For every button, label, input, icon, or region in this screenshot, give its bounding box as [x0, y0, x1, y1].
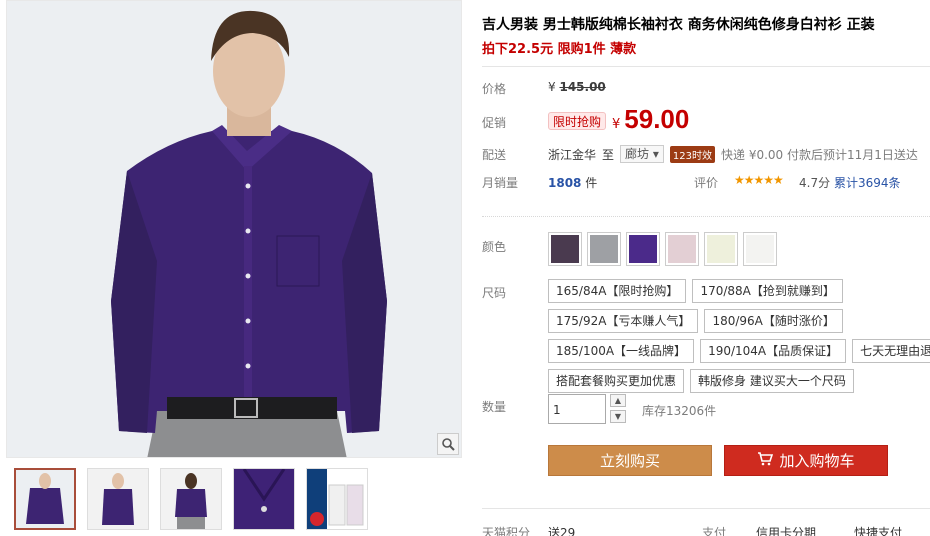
sale-price-value: 59.00 — [624, 104, 690, 134]
rating-stars-icon: ★★★★★ — [734, 173, 784, 187]
color-swatches — [548, 232, 777, 266]
chevron-down-icon: ▾ — [652, 147, 659, 161]
credit-installment[interactable]: 信用卡分期 — [756, 524, 816, 536]
price-label: 价格 — [482, 82, 507, 96]
thumbnail-4[interactable] — [233, 468, 295, 530]
size-options: 165/84A【限时抢购】 170/88A【抢到就赚到】 175/92A【亏本赚… — [548, 279, 930, 399]
sale-price: ¥59.00 — [612, 104, 689, 135]
monthly-sales-unit: 件 — [585, 176, 598, 190]
shipping-fee: 快递 ¥0.00 付款后预计11月1日送达 — [721, 147, 918, 162]
flash-sale-badge: 限时抢购 — [548, 112, 607, 130]
divider — [482, 216, 930, 217]
color-swatch-cream[interactable] — [704, 232, 738, 266]
add-to-cart-label: 加入购物车 — [779, 452, 855, 470]
points-value: 送29 — [548, 526, 576, 536]
zoom-icon[interactable] — [437, 433, 459, 455]
destination-city: 廊坊 — [625, 147, 650, 161]
cart-icon — [757, 451, 774, 470]
size-label: 尺码 — [482, 286, 507, 300]
thumbnail-5[interactable] — [306, 468, 368, 530]
rating-label: 评价 — [694, 176, 719, 190]
quick-pay[interactable]: 快捷支付 — [854, 524, 902, 536]
size-option[interactable]: 165/84A【限时抢购】 — [548, 279, 687, 303]
destination-city-select[interactable]: 廊坊 ▾ — [620, 145, 664, 163]
ship-to-word: 至 — [602, 147, 615, 162]
points-label: 天猫积分 — [482, 526, 531, 536]
ship-from: 浙江金华 — [548, 147, 597, 162]
thumbnail-1[interactable] — [14, 468, 76, 530]
delivery-time-badge: 123时效 — [669, 145, 715, 163]
size-option[interactable]: 韩版修身 建议买大一个尺码 — [690, 369, 854, 393]
size-option[interactable]: 175/92A【亏本赚人气】 — [548, 309, 699, 333]
color-swatch-dark-purple[interactable] — [548, 232, 582, 266]
quantity-label: 数量 — [482, 400, 507, 414]
size-option[interactable]: 七天无理由退换货 — [852, 339, 930, 363]
product-title: 吉人男装 男士韩版纯棉长袖衬衣 商务休闲纯色修身白衬衫 正装 — [482, 17, 875, 33]
promotion-label: 促销 — [482, 116, 507, 130]
review-count-link[interactable]: 累计3694条 — [834, 174, 901, 191]
currency-symbol: ¥ — [548, 80, 556, 94]
buy-now-button[interactable]: 立刻购买 — [548, 445, 712, 476]
rating-score: 4.7分 — [799, 176, 831, 190]
thumbnail-strip — [14, 468, 368, 530]
currency-symbol: ¥ — [612, 117, 621, 132]
monthly-sales-count: 1808 — [548, 176, 582, 190]
size-option[interactable]: 185/100A【一线品牌】 — [548, 339, 695, 363]
shipping-label: 配送 — [482, 148, 507, 162]
stock-count: 库存13206件 — [642, 404, 717, 418]
thumbnail-3[interactable] — [160, 468, 222, 530]
size-option[interactable]: 190/104A【品质保证】 — [700, 339, 847, 363]
size-option[interactable]: 搭配套餐购买更加优惠 — [548, 369, 685, 393]
product-info-panel: 吉人男装 男士韩版纯棉长袖衬衣 商务休闲纯色修身白衬衫 正装 拍下22.5元 限… — [482, 0, 930, 536]
thumbnail-2[interactable] — [87, 468, 149, 530]
color-swatch-grey[interactable] — [587, 232, 621, 266]
color-swatch-purple[interactable] — [626, 232, 660, 266]
shipping-info: 浙江金华 至 廊坊 ▾ 123时效 快递 ¥0.00 付款后预计11月1日送达 — [548, 145, 918, 163]
add-to-cart-button[interactable]: 加入购物车 — [724, 445, 888, 476]
quantity-decrease-icon[interactable]: ▼ — [610, 410, 626, 423]
color-swatch-white[interactable] — [743, 232, 777, 266]
color-label: 颜色 — [482, 240, 507, 254]
color-swatch-pink[interactable] — [665, 232, 699, 266]
divider — [482, 66, 930, 67]
quantity-increase-icon[interactable]: ▲ — [610, 394, 626, 407]
divider — [482, 508, 930, 509]
size-option[interactable]: 170/88A【抢到就赚到】 — [692, 279, 843, 303]
monthly-sales-label: 月销量 — [482, 176, 519, 190]
pay-label: 支付 — [702, 526, 727, 536]
product-gallery — [0, 0, 465, 536]
model-photo — [7, 1, 461, 457]
buy-now-label: 立刻购买 — [599, 452, 660, 470]
product-promo-text: 拍下22.5元 限购1件 薄款 — [482, 42, 637, 57]
main-product-image[interactable] — [6, 0, 462, 458]
monthly-sales: 1808 件 — [548, 174, 597, 191]
original-price-value: 145.00 — [559, 80, 606, 94]
size-option[interactable]: 180/96A【随时涨价】 — [704, 309, 843, 333]
quantity-input[interactable]: 1 — [548, 394, 606, 424]
original-price: ¥ 145.00 — [548, 80, 606, 94]
